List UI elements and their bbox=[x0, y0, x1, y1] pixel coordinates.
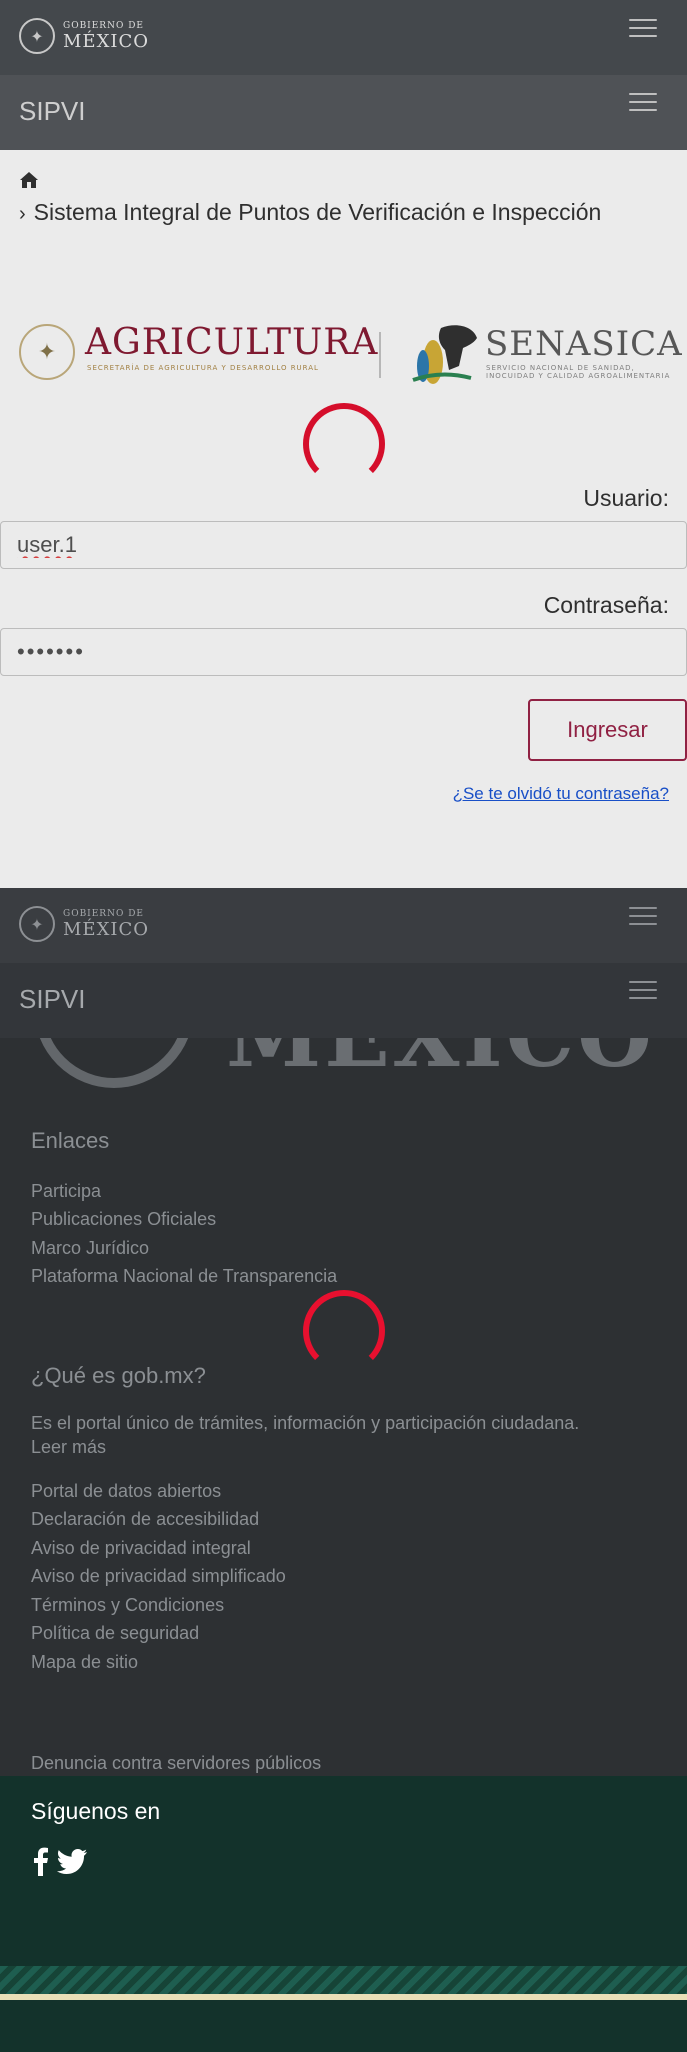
mexico-watermark: MÉXICO bbox=[28, 1038, 648, 1098]
footer-link-datos-abiertos[interactable]: Portal de datos abiertos bbox=[31, 1481, 221, 1502]
footer-loading-spinner bbox=[303, 1290, 385, 1372]
agricultura-subtitle: SECRETARÍA DE AGRICULTURA Y DESARROLLO R… bbox=[87, 364, 319, 372]
footer-bottom-bar bbox=[0, 2000, 687, 2052]
footer-app-bar: SIPVI bbox=[0, 963, 687, 1038]
gob-logo-big-text: MÉXICO bbox=[63, 30, 150, 52]
breadcrumb: › Sistema Integral de Puntos de Verificac… bbox=[19, 170, 639, 231]
home-icon[interactable] bbox=[19, 170, 39, 190]
footer-link-accesibilidad[interactable]: Declaración de accesibilidad bbox=[31, 1509, 259, 1530]
leer-mas-link[interactable]: Leer más bbox=[31, 1437, 106, 1458]
logo-divider bbox=[379, 332, 381, 378]
watermark-seal-icon bbox=[34, 1038, 194, 1088]
forgot-password-link[interactable]: ¿Se te olvidó tu contraseña? bbox=[453, 784, 669, 804]
institution-logos: ✦ AGRICULTURA SECRETARÍA DE AGRICULTURA … bbox=[19, 320, 682, 390]
agricultura-seal-icon: ✦ bbox=[19, 324, 75, 380]
footer-gob-logo[interactable]: ✦ GOBIERNO DE MÉXICO bbox=[19, 906, 149, 942]
chevron-right-icon: › bbox=[19, 203, 26, 225]
footer-gob-logo-big-text: MÉXICO bbox=[63, 918, 150, 940]
loading-spinner bbox=[303, 403, 385, 485]
social-section: Síguenos en bbox=[0, 1776, 687, 2052]
password-input[interactable]: ••••••• bbox=[0, 628, 687, 676]
footer-app-title: SIPVI bbox=[19, 984, 86, 1014]
que-es-heading: ¿Qué es gob.mx? bbox=[31, 1363, 206, 1388]
senasica-logo-icon bbox=[412, 325, 477, 384]
facebook-icon[interactable] bbox=[31, 1846, 49, 1876]
app-title: SIPVI bbox=[19, 96, 86, 126]
agricultura-title: AGRICULTURA bbox=[85, 322, 379, 363]
footer-gob-header: ✦ GOBIERNO DE MÉXICO bbox=[0, 888, 687, 963]
footer-gob-logo-small-text: GOBIERNO DE bbox=[63, 908, 144, 919]
siguenos-heading: Síguenos en bbox=[31, 1798, 161, 1824]
enlace-marco-juridico[interactable]: Marco Jurídico bbox=[31, 1238, 149, 1259]
enlaces-heading: Enlaces bbox=[31, 1128, 110, 1153]
footer: ✦ GOBIERNO DE MÉXICO SIPVI MÉXICO Enlace… bbox=[0, 888, 687, 1776]
breadcrumb-current: Sistema Integral de Puntos de Verificaci… bbox=[33, 199, 602, 225]
que-es-text: Es el portal único de trámites, informac… bbox=[31, 1413, 580, 1433]
twitter-icon[interactable] bbox=[56, 1846, 88, 1876]
footer-link-mapa-sitio[interactable]: Mapa de sitio bbox=[31, 1652, 138, 1673]
username-input[interactable] bbox=[0, 521, 687, 569]
denuncia-link[interactable]: Denuncia contra servidores públicos bbox=[31, 1753, 321, 1774]
login-button[interactable]: Ingresar bbox=[528, 699, 687, 761]
login-section: › Sistema Integral de Puntos de Verificac… bbox=[0, 150, 687, 888]
enlace-publicaciones[interactable]: Publicaciones Oficiales bbox=[31, 1209, 216, 1230]
footer-link-terminos[interactable]: Términos y Condiciones bbox=[31, 1595, 224, 1616]
footer-link-privacidad-integral[interactable]: Aviso de privacidad integral bbox=[31, 1538, 251, 1559]
senasica-subtitle: SERVICIO NACIONAL DE SANIDAD, INOCUIDAD … bbox=[486, 364, 671, 380]
app-bar: SIPVI bbox=[0, 75, 687, 150]
gob-header: ✦ GOBIERNO DE MÉXICO bbox=[0, 0, 687, 75]
coat-of-arms-icon: ✦ bbox=[19, 18, 55, 54]
app-menu-icon[interactable] bbox=[629, 93, 657, 111]
decorative-pattern bbox=[0, 1966, 687, 1994]
gob-logo-small-text: GOBIERNO DE bbox=[63, 20, 144, 31]
enlace-participa[interactable]: Participa bbox=[31, 1181, 101, 1202]
username-label: Usuario: bbox=[583, 485, 669, 511]
footer-app-menu-icon[interactable] bbox=[629, 981, 657, 999]
enlace-transparencia[interactable]: Plataforma Nacional de Transparencia bbox=[31, 1266, 337, 1287]
footer-coat-of-arms-icon: ✦ bbox=[19, 906, 55, 942]
watermark-word: MÉXICO bbox=[226, 1038, 648, 1087]
gob-logo[interactable]: ✦ GOBIERNO DE MÉXICO bbox=[19, 18, 149, 54]
footer-link-privacidad-simplificado[interactable]: Aviso de privacidad simplificado bbox=[31, 1566, 286, 1587]
password-label: Contraseña: bbox=[543, 592, 669, 618]
footer-link-seguridad[interactable]: Política de seguridad bbox=[31, 1623, 199, 1644]
footer-hamburger-menu-icon[interactable] bbox=[629, 907, 657, 925]
senasica-title: SENASICA bbox=[485, 324, 683, 364]
hamburger-menu-icon[interactable] bbox=[629, 19, 657, 37]
